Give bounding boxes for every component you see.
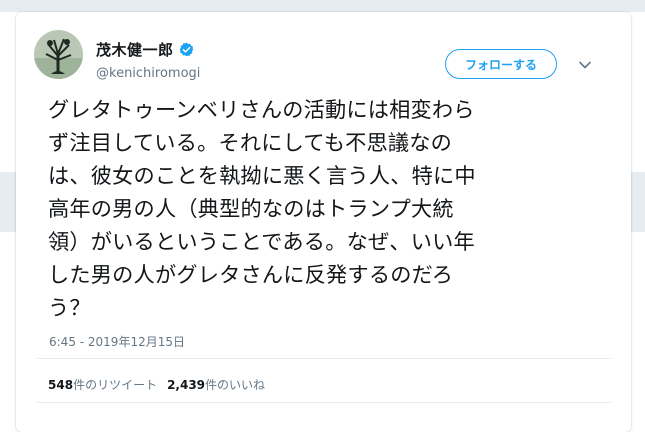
tweet-timestamp[interactable]: 6:45 - 2019年12月15日 (49, 333, 185, 350)
stats-divider-bottom (36, 402, 611, 403)
likes-label: 件のいいね (205, 378, 266, 392)
author-name-row: 茂木健一郎 (96, 39, 194, 60)
page-background-top (0, 0, 645, 12)
likes-stat[interactable]: 2,439件のいいね (167, 376, 265, 393)
follow-button[interactable]: フォローする (445, 49, 557, 79)
retweets-label: 件のリツイート (73, 378, 158, 392)
retweets-count: 548 (48, 378, 74, 392)
likes-count: 2,439 (167, 378, 206, 392)
verified-badge-icon (179, 42, 194, 57)
chevron-down-icon[interactable] (578, 57, 592, 71)
tweet-stats: 548件のリツイート 2,439件のいいね (48, 376, 265, 393)
retweets-stat[interactable]: 548件のリツイート (48, 376, 157, 393)
stats-divider-top (36, 358, 611, 359)
tweet-text: グレタトゥーンベリさんの活動には相変わら ず注目している。それにしても不思議なの… (48, 97, 476, 320)
author-handle[interactable]: @kenichiromogi (96, 66, 200, 81)
author-display-name[interactable]: 茂木健一郎 (96, 39, 174, 60)
avatar[interactable] (34, 30, 83, 79)
